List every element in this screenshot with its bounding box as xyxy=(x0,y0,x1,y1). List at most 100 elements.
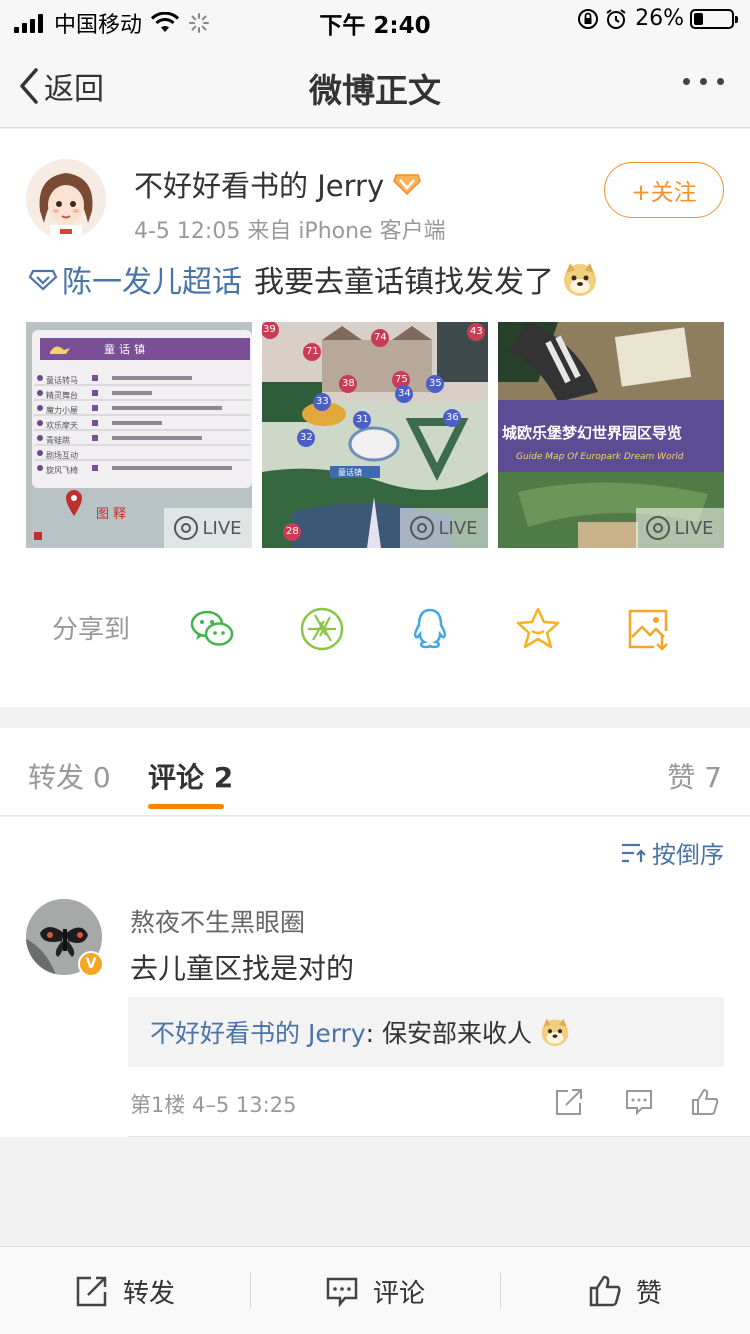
post-content: 陈一发儿超话 我要去童话镇找发发了 xyxy=(28,257,598,301)
photo-1-row: 欢乐摩天 xyxy=(46,421,78,430)
photo-1-row: 剧场互动 xyxy=(46,451,78,460)
map-marker-number: 33 xyxy=(316,396,329,407)
repost-label: 转发 xyxy=(122,1278,175,1309)
live-photo-icon xyxy=(410,516,435,540)
map-marker-number: 36 xyxy=(446,412,459,423)
reply-text: : 保安部来收人 xyxy=(365,1019,532,1048)
author-name-group[interactable]: 不好好看书的 Jerry xyxy=(134,163,422,205)
author-name: 不好好看书的 Jerry xyxy=(134,169,385,203)
photo-1-row: 青蛙跳 xyxy=(46,436,70,445)
navigation-bar: 返回 微博正文 xyxy=(0,40,750,128)
active-tab-indicator xyxy=(148,804,224,809)
comment-reply[interactable]: 不好好看书的 Jerry : 保安部来收人 xyxy=(128,997,724,1067)
photo-3[interactable]: 城欧乐堡梦幻世界园区导览 Guide Map Of Europark Dream… xyxy=(498,322,724,548)
live-label: LIVE xyxy=(438,517,478,539)
map-marker-number: 31 xyxy=(356,414,369,425)
status-right-group: 26% xyxy=(577,6,738,31)
favorite-star-icon[interactable] xyxy=(514,605,562,653)
repost-icon xyxy=(76,1276,107,1307)
photo-1-row: 精灵舞台 xyxy=(46,391,78,400)
battery-icon xyxy=(690,8,738,29)
super-topic-link[interactable]: 陈一发儿超话 xyxy=(28,257,242,301)
live-label: LIVE xyxy=(674,517,714,539)
bottom-action-bar: 转发 评论 赞 xyxy=(0,1246,750,1334)
live-badge: LIVE xyxy=(164,508,252,548)
live-label: LIVE xyxy=(202,517,242,539)
comment-share-icon[interactable] xyxy=(554,1087,584,1117)
post-tabs: 转发 0 评论 2 赞 7 xyxy=(0,728,750,816)
reply-author[interactable]: 不好好看书的 Jerry xyxy=(150,1014,366,1050)
follow-button[interactable]: +关注 xyxy=(604,162,724,218)
photo-grid: 童话镇 童话转马 精灵舞台 魔力小屋 欢乐摩天 青蛙跳 剧场互动 旋风飞椅 图释… xyxy=(26,322,724,548)
comment-text: 去儿童区找是对的 xyxy=(130,952,355,985)
battery-percent: 26% xyxy=(635,6,684,31)
qq-icon[interactable] xyxy=(406,605,454,653)
weibo-post: 不好好看书的 Jerry 4-5 12:05 来自 iPhone 客户端 +关注… xyxy=(0,129,750,707)
page-title: 微博正文 xyxy=(309,71,441,110)
save-image-icon[interactable] xyxy=(624,605,672,653)
photo-1-row: 童话转马 xyxy=(46,376,78,385)
comment-list: 按倒序 V 熬夜不生黑眼圈 去儿童区找是对的 不好好看书的 Jerry : 保安… xyxy=(0,817,750,1137)
comment-label: 评论 xyxy=(372,1278,425,1309)
photo-1-footer: 图释 xyxy=(96,507,131,522)
photo-1-row: 魔力小屋 xyxy=(46,406,78,415)
tab-repost[interactable]: 转发 0 xyxy=(28,756,111,796)
live-photo-icon xyxy=(646,516,671,540)
comment-floor-time: 第1楼 4–5 13:25 xyxy=(130,1093,297,1117)
sort-icon xyxy=(622,843,646,862)
live-badge: LIVE xyxy=(400,508,488,548)
share-label: 分享到 xyxy=(52,615,131,645)
moments-icon[interactable] xyxy=(298,605,346,653)
map-marker-number: 75 xyxy=(395,374,408,385)
diamond-icon xyxy=(28,269,58,291)
photo-1-row: 旋风飞椅 xyxy=(46,466,78,475)
comment-reply-icon[interactable] xyxy=(624,1087,654,1117)
tab-like[interactable]: 赞 7 xyxy=(667,756,722,796)
map-marker-number: 28 xyxy=(286,526,299,537)
verified-badge-icon: V xyxy=(78,951,104,977)
photo-1-rows: 童话转马 精灵舞台 魔力小屋 欢乐摩天 青蛙跳 剧场互动 旋风飞椅 xyxy=(46,373,78,478)
post-meta: 4-5 12:05 来自 iPhone 客户端 xyxy=(134,219,446,244)
map-marker-number: 74 xyxy=(374,332,387,343)
author-avatar[interactable] xyxy=(26,159,106,239)
map-marker-number: 34 xyxy=(398,388,411,399)
alarm-icon xyxy=(606,8,626,29)
like-icon xyxy=(589,1275,621,1307)
doge-emoji-icon xyxy=(564,263,596,296)
like-button[interactable]: 赞 xyxy=(500,1247,750,1334)
photo-2-label: 童话镇 xyxy=(338,468,362,477)
comment-button[interactable]: 评论 xyxy=(250,1247,500,1334)
doge-emoji-icon xyxy=(541,1018,569,1047)
photo-3-en-banner: Guide Map Of Europark Dream World xyxy=(516,452,684,462)
commenter-name[interactable]: 熬夜不生黑眼圈 xyxy=(130,903,305,939)
photo-1[interactable]: 童话镇 童话转马 精灵舞台 魔力小屋 欢乐摩天 青蛙跳 剧场互动 旋风飞椅 图释… xyxy=(26,322,252,548)
comment-like-icon[interactable] xyxy=(690,1087,720,1117)
wechat-icon[interactable] xyxy=(188,605,236,653)
vip-badge-icon xyxy=(393,174,421,196)
status-bar: 中国移动 下午 2:40 26% xyxy=(0,0,750,40)
avatar-illustration xyxy=(26,159,106,239)
live-photo-icon xyxy=(174,516,199,540)
photo-3-cn-banner: 城欧乐堡梦幻世界园区导览 xyxy=(502,424,683,442)
like-label: 赞 xyxy=(635,1278,662,1309)
repost-button[interactable]: 转发 xyxy=(0,1247,250,1334)
more-dots-icon xyxy=(683,78,690,85)
comment-icon xyxy=(326,1277,358,1308)
map-marker-number: 35 xyxy=(429,378,442,389)
comment-divider xyxy=(128,1136,750,1137)
photo-1-title: 童话镇 xyxy=(104,343,149,356)
more-button[interactable] xyxy=(673,78,724,85)
tab-comment[interactable]: 评论 2 xyxy=(148,756,233,796)
post-text: 我要去童话镇找发发了 xyxy=(254,265,554,300)
map-marker-number: 43 xyxy=(470,326,483,337)
map-marker-number: 71 xyxy=(306,346,319,357)
orientation-lock-icon xyxy=(578,8,599,29)
follow-label: +关注 xyxy=(631,180,697,206)
map-marker-number: 39 xyxy=(263,324,276,335)
sort-button[interactable]: 按倒序 xyxy=(620,835,724,870)
live-badge: LIVE xyxy=(636,508,724,548)
sort-label: 按倒序 xyxy=(652,841,724,869)
topic-label: 陈一发儿超话 xyxy=(62,265,242,300)
photo-2[interactable]: 39 71 74 43 38 75 35 33 34 31 36 32 28 童… xyxy=(262,322,488,548)
map-marker-number: 32 xyxy=(300,432,313,443)
